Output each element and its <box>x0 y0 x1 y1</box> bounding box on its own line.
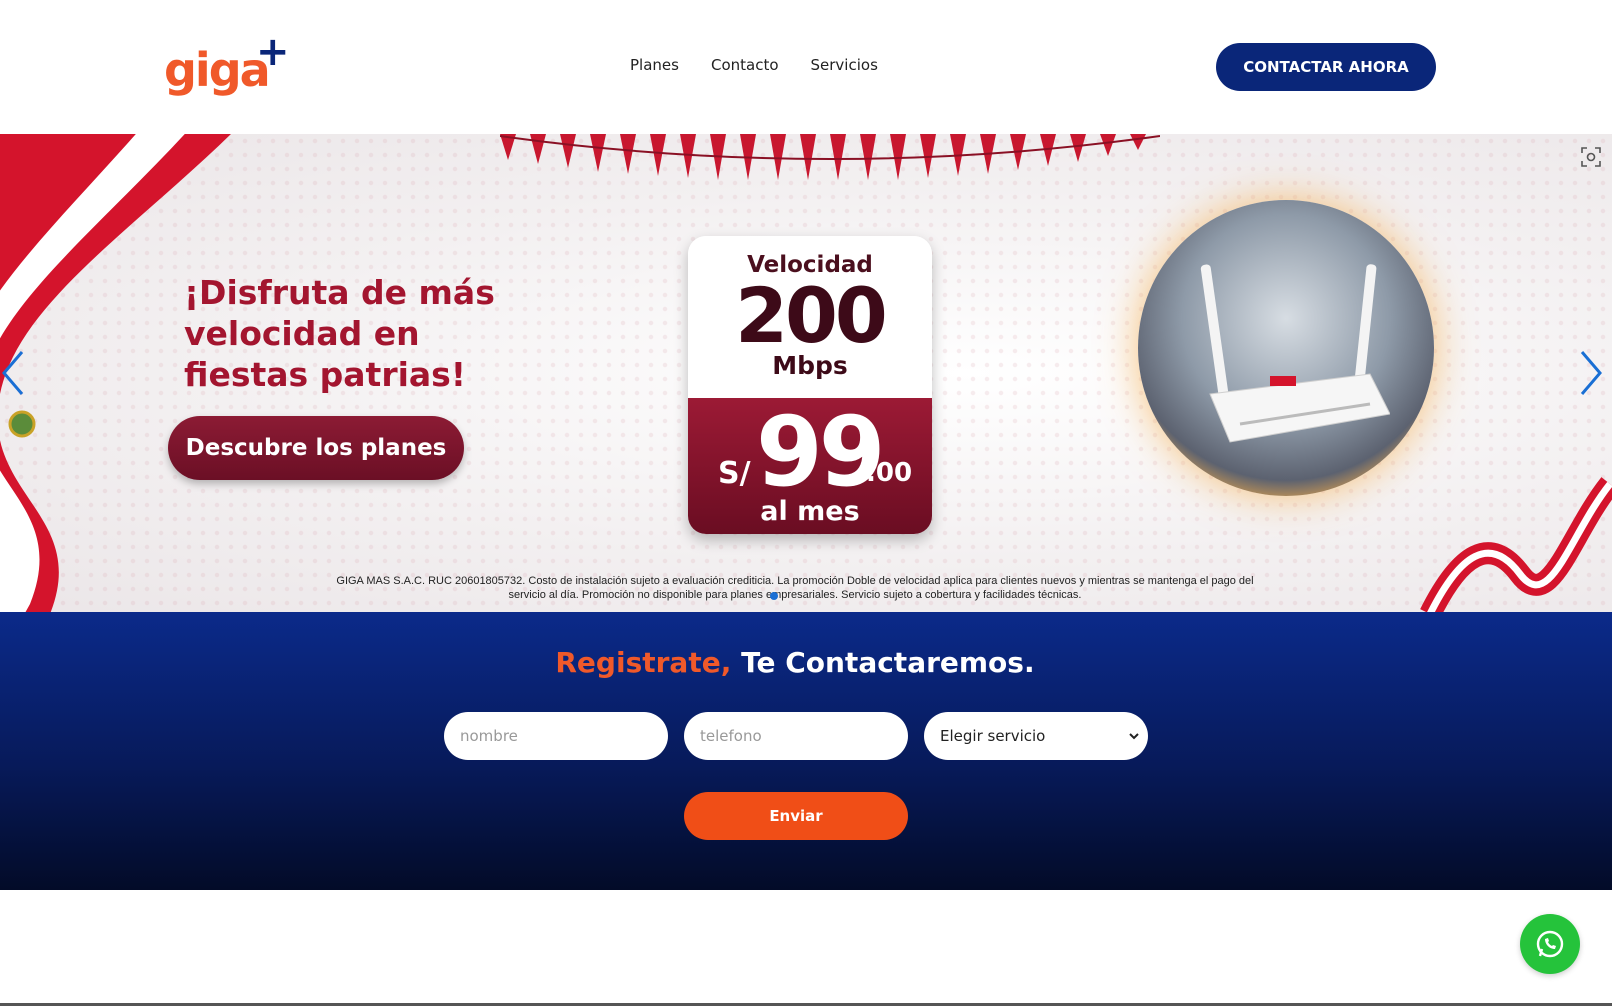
register-title: Registrate, Te Contactaremos. <box>0 646 1590 679</box>
price-currency: S/ <box>718 456 751 491</box>
price-value: 99 <box>756 396 886 508</box>
price-cents: .00 <box>866 458 913 488</box>
nav-link-servicios[interactable]: Servicios <box>811 56 878 74</box>
service-select[interactable]: Elegir servicio <box>924 712 1148 760</box>
hero-banner: ¡Disfruta de más velocidad en fiestas pa… <box>0 134 1612 612</box>
nav-link-planes[interactable]: Planes <box>630 56 679 74</box>
name-input[interactable] <box>444 712 668 760</box>
whatsapp-icon <box>1536 930 1564 958</box>
whatsapp-button[interactable] <box>1520 914 1580 974</box>
speed-value: 200 <box>735 271 888 360</box>
router-image <box>1200 264 1390 443</box>
price-card: Velocidad 200 Mbps S/ 99 .00 al mes <box>688 236 932 534</box>
speed-unit: Mbps <box>772 351 848 380</box>
bunting-decoration <box>500 134 1160 180</box>
hero-headline: ¡Disfruta de más velocidad en fiestas pa… <box>184 273 495 394</box>
register-title-rest: Te Contactaremos. <box>731 646 1035 679</box>
site-header: giga + Planes Contacto Servicios CONTACT… <box>0 0 1612 134</box>
register-title-accent: Registrate, <box>555 646 732 679</box>
carousel-next-arrow[interactable] <box>1576 348 1604 398</box>
carousel-dot[interactable] <box>770 592 778 600</box>
contact-now-button[interactable]: CONTACTAR AHORA <box>1216 43 1436 91</box>
flag-ribbon-right <box>1420 477 1612 612</box>
logo-text: giga <box>164 43 271 97</box>
discover-plans-button[interactable]: Descubre los planes <box>168 416 464 480</box>
carousel-prev-arrow[interactable] <box>0 348 28 398</box>
legal-disclaimer: GIGA MAS S.A.C. RUC 20601805732. Costo d… <box>336 575 1254 601</box>
zoom-focus-icon[interactable] <box>1580 146 1602 168</box>
nav-link-contacto[interactable]: Contacto <box>711 56 779 74</box>
price-period: al mes <box>760 496 860 527</box>
logo-plus: + <box>256 29 290 75</box>
giga-logo[interactable]: giga + <box>164 32 290 100</box>
submit-button[interactable]: Enviar <box>684 792 908 840</box>
main-nav: Planes Contacto Servicios <box>630 56 878 74</box>
phone-input[interactable] <box>684 712 908 760</box>
register-section: Registrate, Te Contactaremos. Elegir ser… <box>0 612 1612 890</box>
